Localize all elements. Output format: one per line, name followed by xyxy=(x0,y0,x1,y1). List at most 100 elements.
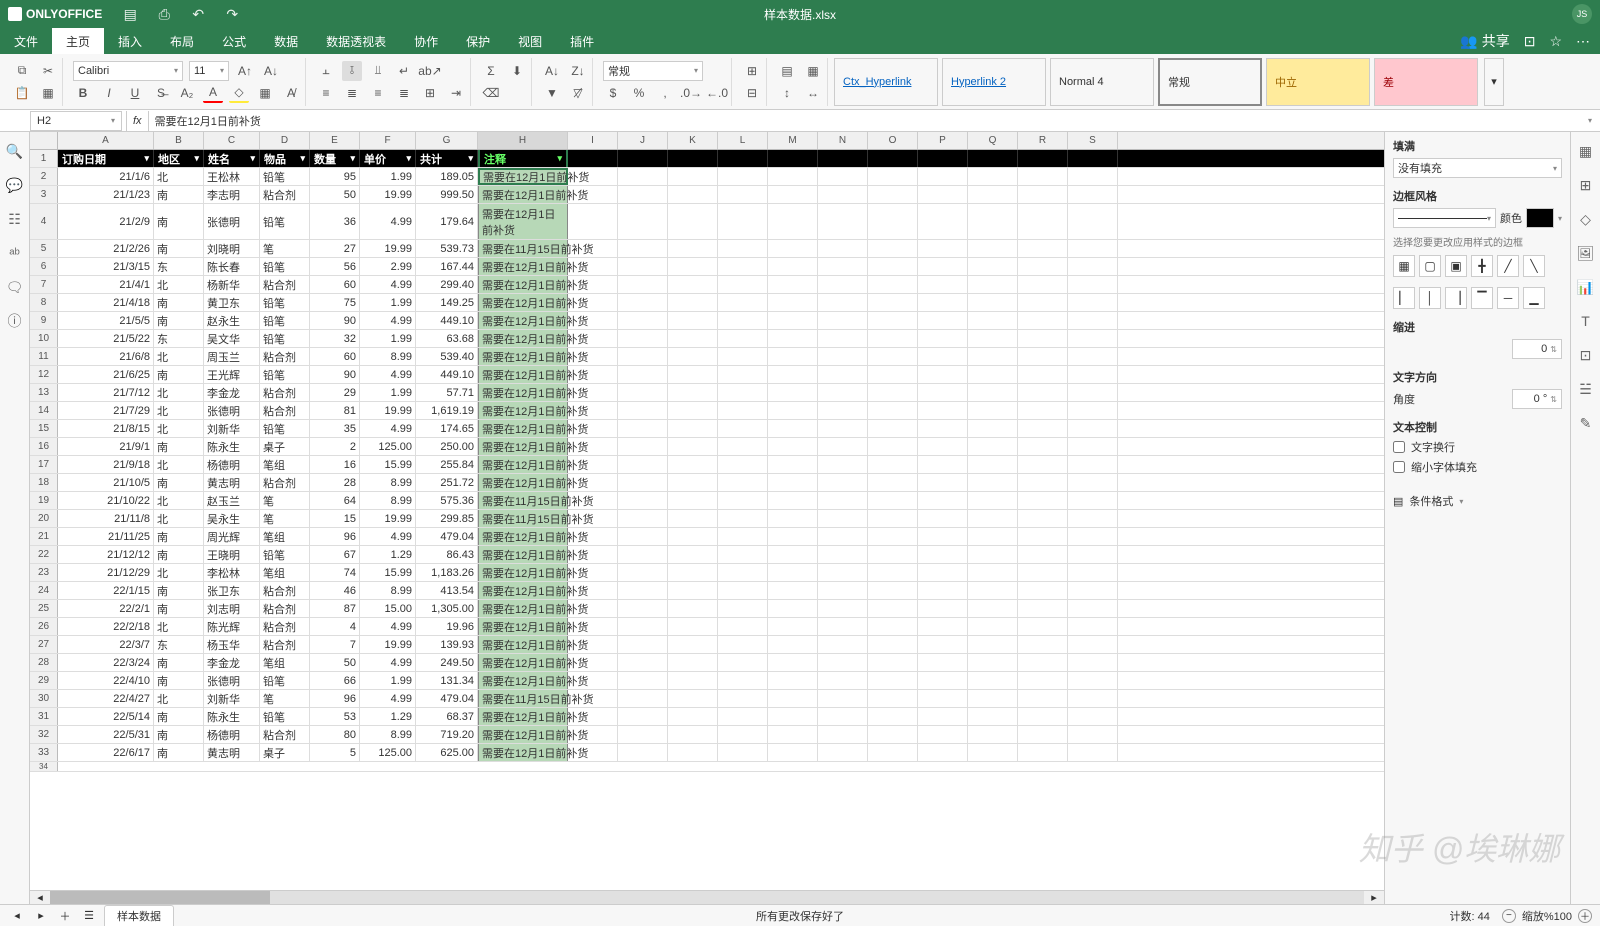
border-all-button[interactable]: ▦ xyxy=(1393,255,1415,277)
cell[interactable]: 22/1/15 xyxy=(58,582,154,599)
cell[interactable]: 需要在12月1日前补货 xyxy=(478,438,568,455)
scroll-right-icon[interactable]: ▸ xyxy=(1364,891,1384,904)
cell[interactable]: 19.96 xyxy=(416,618,478,635)
cell[interactable]: 4.99 xyxy=(360,312,416,329)
align-justify-button[interactable]: ≣ xyxy=(394,83,414,103)
cell[interactable]: 131.34 xyxy=(416,672,478,689)
row-header[interactable]: 31 xyxy=(30,708,58,725)
cell[interactable]: 北 xyxy=(154,492,204,509)
menu-tab-4[interactable]: 公式 xyxy=(208,28,260,54)
valign-mid-button[interactable]: ⫱ xyxy=(342,61,362,81)
fill-down-button[interactable]: ⬇ xyxy=(507,61,527,81)
table-header-cell[interactable]: 地区▾ xyxy=(154,150,204,167)
border-top-button[interactable]: ▔ xyxy=(1471,287,1493,309)
col-header-K[interactable]: K xyxy=(668,132,718,149)
row-header[interactable]: 6 xyxy=(30,258,58,275)
cell[interactable]: 陈永生 xyxy=(204,708,260,725)
row-header[interactable]: 21 xyxy=(30,528,58,545)
style-中立[interactable]: 中立 xyxy=(1266,58,1370,106)
cell[interactable]: 需要在12月1日前补货 xyxy=(478,546,568,563)
cell[interactable]: 刘新华 xyxy=(204,690,260,707)
font-name-select[interactable]: Calibri▾ xyxy=(73,61,183,81)
cell[interactable]: 1.99 xyxy=(360,672,416,689)
col-header-J[interactable]: J xyxy=(618,132,668,149)
feedback-icon[interactable]: 🗨 xyxy=(6,278,24,296)
clear-button[interactable]: ⌫ xyxy=(481,83,501,103)
cell[interactable]: 53 xyxy=(310,708,360,725)
cell[interactable]: 铅笔 xyxy=(260,420,310,437)
cell[interactable]: 周玉兰 xyxy=(204,348,260,365)
favorite-icon[interactable]: ☆ xyxy=(1549,33,1562,50)
cell[interactable]: 22/3/24 xyxy=(58,654,154,671)
cell[interactable]: 21/9/1 xyxy=(58,438,154,455)
cell[interactable]: 北 xyxy=(154,690,204,707)
cell[interactable]: 19.99 xyxy=(360,402,416,419)
shape-settings-icon[interactable]: ◇ xyxy=(1577,210,1595,228)
more-icon[interactable]: ⋯ xyxy=(1576,33,1590,50)
formula-expand-icon[interactable]: ▾ xyxy=(1588,116,1600,125)
cell[interactable]: 北 xyxy=(154,276,204,293)
style-Hyperlink 2[interactable]: Hyperlink 2 xyxy=(942,58,1046,106)
font-color-button[interactable]: A xyxy=(203,83,223,103)
cell[interactable]: 1.29 xyxy=(360,546,416,563)
delete-cells-button[interactable]: ⊟ xyxy=(742,83,762,103)
cell[interactable]: 黄志明 xyxy=(204,474,260,491)
cell[interactable]: 4.99 xyxy=(360,528,416,545)
row-header[interactable]: 30 xyxy=(30,690,58,707)
cell[interactable]: 4.99 xyxy=(360,654,416,671)
cell[interactable]: 需要在12月1日前补货 xyxy=(478,420,568,437)
cell[interactable]: 李松林 xyxy=(204,564,260,581)
border-style-select[interactable]: ▾ xyxy=(1393,208,1496,228)
cell[interactable]: 南 xyxy=(154,186,204,203)
border-none-button[interactable]: ▢ xyxy=(1419,255,1441,277)
cell[interactable]: 需要在12月1日前补货 xyxy=(478,636,568,653)
valign-bot-button[interactable]: ⫫ xyxy=(368,61,388,81)
col-header-H[interactable]: H xyxy=(478,132,568,149)
cell[interactable]: 22/5/31 xyxy=(58,726,154,743)
cell[interactable]: 张卫东 xyxy=(204,582,260,599)
cell[interactable]: 需要在12月1日前补货 xyxy=(478,348,568,365)
cell[interactable]: 需要在12月1日前补货 xyxy=(478,330,568,347)
italic-button[interactable]: I xyxy=(99,83,119,103)
cell[interactable]: 需要在12月1日前补货 xyxy=(478,258,568,275)
cell[interactable]: 粘合剂 xyxy=(260,726,310,743)
cell[interactable]: 李金龙 xyxy=(204,654,260,671)
menu-tab-1[interactable]: 主页 xyxy=(52,28,104,54)
cell[interactable]: 笔组 xyxy=(260,654,310,671)
redo-icon[interactable]: ↷ xyxy=(224,6,240,22)
cell[interactable]: 81 xyxy=(310,402,360,419)
comma-button[interactable]: , xyxy=(655,83,675,103)
cell[interactable]: 南 xyxy=(154,654,204,671)
cell[interactable]: 粘合剂 xyxy=(260,384,310,401)
cell[interactable]: 8.99 xyxy=(360,582,416,599)
image-settings-icon[interactable]: 🖼 xyxy=(1577,244,1595,262)
cell[interactable]: 29 xyxy=(310,384,360,401)
cond-format-button[interactable]: ▤ xyxy=(777,61,797,81)
cell[interactable]: 铅笔 xyxy=(260,168,310,185)
border-vert-button[interactable]: │ xyxy=(1419,287,1441,309)
cell[interactable]: 125.00 xyxy=(360,744,416,761)
cell[interactable]: 2 xyxy=(310,438,360,455)
cell[interactable]: 北 xyxy=(154,618,204,635)
cell[interactable]: 21/6/8 xyxy=(58,348,154,365)
row-header[interactable]: 10 xyxy=(30,330,58,347)
cell[interactable]: 1,619.19 xyxy=(416,402,478,419)
row-header[interactable]: 26 xyxy=(30,618,58,635)
cell[interactable]: 21/5/22 xyxy=(58,330,154,347)
cell[interactable]: 21/11/8 xyxy=(58,510,154,527)
row-header[interactable]: 9 xyxy=(30,312,58,329)
cell[interactable]: 479.04 xyxy=(416,690,478,707)
cell[interactable]: 铅笔 xyxy=(260,366,310,383)
cell[interactable]: 需要在12月1日前补货 xyxy=(478,726,568,743)
cell[interactable]: 需要在12月1日前补货 xyxy=(478,204,568,239)
cell[interactable]: 吴永生 xyxy=(204,510,260,527)
cell[interactable]: 南 xyxy=(154,312,204,329)
cell[interactable]: 539.73 xyxy=(416,240,478,257)
cell[interactable]: 60 xyxy=(310,276,360,293)
chart-settings-icon[interactable]: 📊 xyxy=(1577,278,1595,296)
menu-tab-3[interactable]: 布局 xyxy=(156,28,208,54)
name-box[interactable]: H2▾ xyxy=(30,111,122,131)
cell[interactable]: 吴文华 xyxy=(204,330,260,347)
cell[interactable]: 15.00 xyxy=(360,600,416,617)
cell[interactable]: 15.99 xyxy=(360,456,416,473)
